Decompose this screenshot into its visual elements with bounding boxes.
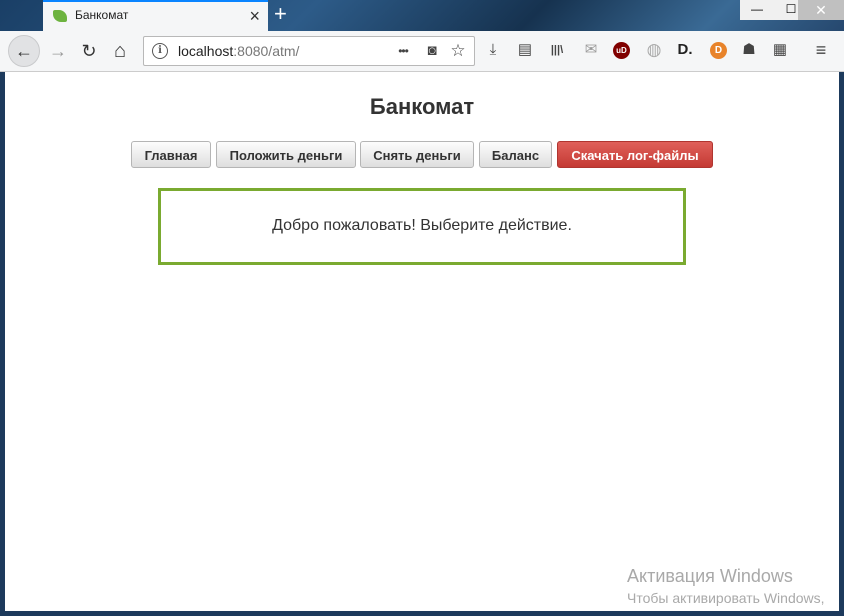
nav-toolbar: ← → ↻ ⌂ i localhost:8080/atm/ ••• ◙ ☆ ⤓ … [0,31,844,72]
watermark-subtitle: Чтобы активировать Windows, [627,590,825,606]
info-icon[interactable]: i [152,43,168,59]
home-button[interactable]: ⌂ [106,37,134,65]
ublock-icon[interactable]: uD [613,42,630,59]
home-nav-button[interactable]: Главная [131,141,211,168]
tab-atm[interactable]: Банкомат × [43,0,268,31]
new-tab-icon[interactable]: + [274,1,287,27]
minimize-button[interactable]: — [740,0,774,20]
url-bar[interactable]: i localhost:8080/atm/ ••• ◙ ☆ [143,36,475,66]
url-text[interactable]: localhost:8080/atm/ [178,43,299,59]
d-extension-icon[interactable]: D. [674,39,696,61]
mail-icon[interactable]: ✉ [580,39,602,61]
window-close-button[interactable]: ✕ [798,0,844,20]
reload-button[interactable]: ↻ [75,37,103,65]
message-box: Добро пожаловать! Выберите действие. [158,188,686,265]
download-logs-button[interactable]: Скачать лог-файлы [557,141,713,168]
leaf-favicon-icon [53,10,67,22]
user-extension-icon[interactable]: ☗ [738,39,760,61]
d-round-extension-icon[interactable]: D [710,42,727,59]
page-title: Банкомат [369,94,475,119]
download-icon[interactable]: ⤓ [482,39,504,61]
deposit-button[interactable]: Положить деньги [216,141,356,168]
watermark-title: Активация Windows [627,566,793,586]
withdraw-button[interactable]: Снять деньги [360,141,474,168]
pocket-icon[interactable]: ◙ [421,40,443,62]
forward-button[interactable]: → [44,37,72,65]
library-icon[interactable]: |||\ [546,39,568,61]
reader-view-icon[interactable]: ▤ [514,39,536,61]
tab-title: Банкомат [75,8,129,22]
page-content: Банкомат Главная Положить деньги Снять д… [5,72,839,611]
notes-icon[interactable]: ▦ [769,39,791,61]
windows-activation-watermark: Активация Windows Чтобы активировать Win… [627,566,825,607]
menu-icon[interactable]: ≡ [810,39,832,61]
tab-strip: Банкомат × + — ☐ ✕ [0,0,844,31]
tab-close-icon[interactable]: × [249,5,260,27]
back-button[interactable]: ← [8,35,40,67]
bookmark-star-icon[interactable]: ☆ [447,40,469,62]
balance-button[interactable]: Баланс [479,141,552,168]
more-actions-icon[interactable]: ••• [392,40,414,62]
globe-icon[interactable]: ◍ [643,39,665,61]
browser-chrome: Банкомат × + — ☐ ✕ ← → ↻ ⌂ i localhost:8… [0,0,844,72]
welcome-message: Добро пожаловать! Выберите действие. [272,217,572,234]
